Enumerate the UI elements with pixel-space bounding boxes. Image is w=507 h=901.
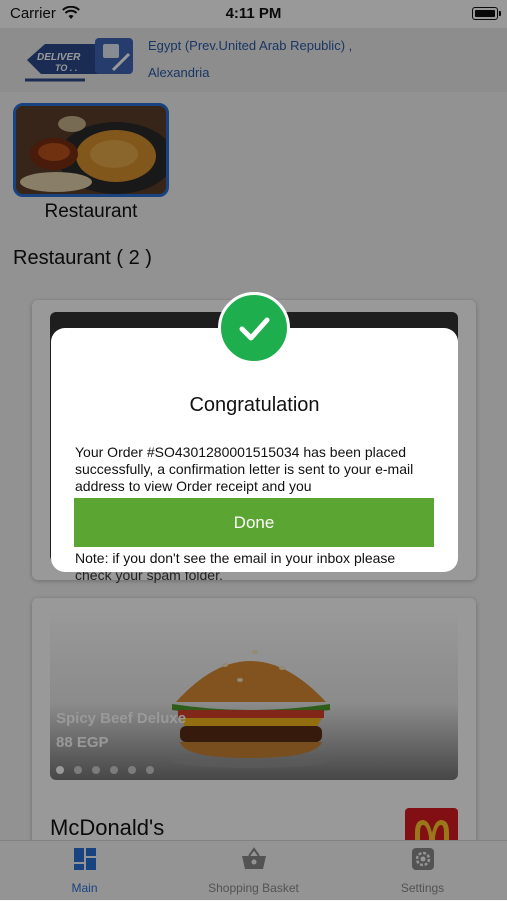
dialog-message: Your Order #SO4301280001515034 has been … xyxy=(75,444,414,494)
dialog-note: Note: if you don't see the email in your… xyxy=(75,550,396,566)
done-button[interactable]: Done xyxy=(74,498,434,547)
dialog-title: Congratulation xyxy=(189,394,320,416)
success-check-icon xyxy=(218,292,290,364)
